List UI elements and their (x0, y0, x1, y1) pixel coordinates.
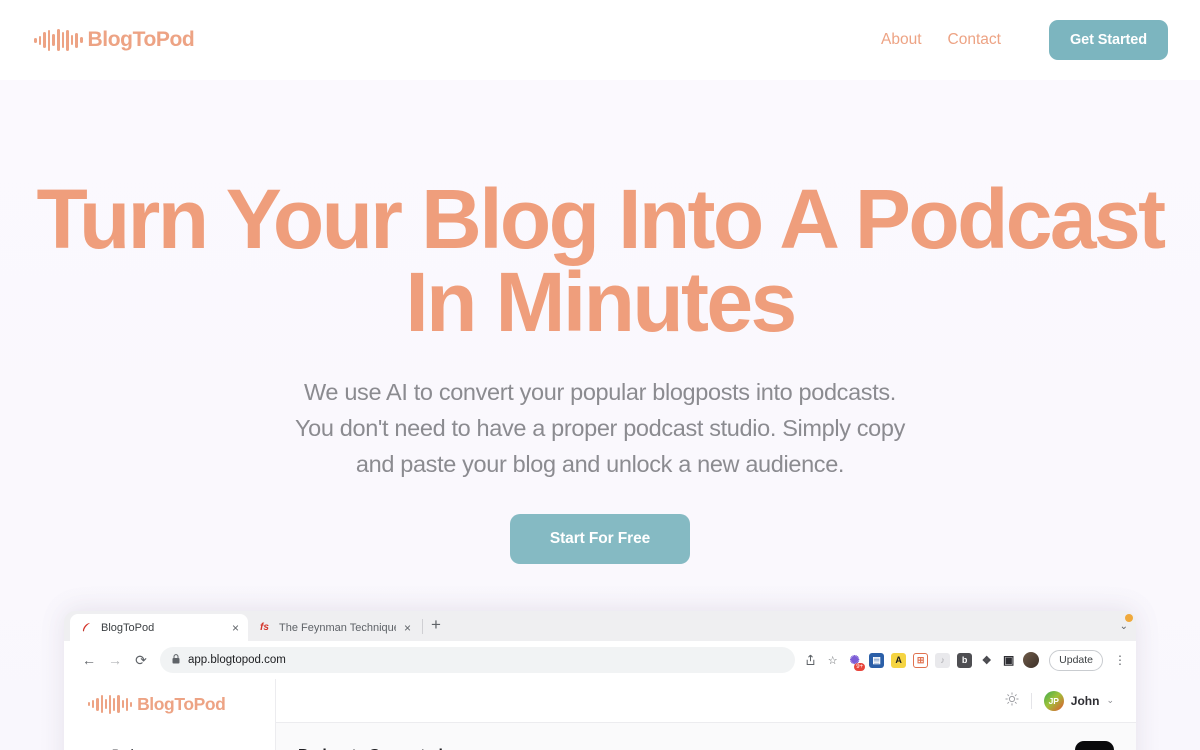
hero-subtitle-line-1: We use AI to convert your popular blogpo… (304, 379, 896, 406)
grammarly-extension-icon[interactable]: ✺ 9+ (847, 652, 866, 671)
share-icon[interactable] (803, 653, 818, 668)
browser-tab-blogtopod[interactable]: BlogToPod × (70, 614, 248, 641)
side-panel-icon[interactable]: ▣ (1001, 652, 1017, 668)
bitwarden-extension-icon[interactable]: b (957, 652, 973, 668)
site-header: BlogToPod About Contact Get Started (0, 0, 1200, 80)
reader-extension-icon[interactable]: ▤ (869, 652, 885, 668)
divider (1030, 692, 1032, 709)
hero-title-line-2: In Minutes (405, 255, 797, 350)
browser-toolbar: ☆ ✺ 9+ ▤ A ⊞ ♪ b ❖ ▣ Update ⋮ (803, 649, 1126, 671)
new-tab-button[interactable]: + (429, 616, 449, 636)
browser-tab-feynman[interactable]: fs The Feynman Technique: Mast × (248, 614, 420, 641)
new-podcast-button[interactable]: + (1075, 741, 1114, 750)
puzzle-extension-icon[interactable]: ❖ (979, 652, 995, 668)
get-started-button[interactable]: Get Started (1048, 20, 1168, 60)
user-name: John (1070, 693, 1100, 708)
address-bar-url: app.blogtopod.com (188, 654, 286, 666)
feather-favicon-icon (80, 621, 93, 634)
avatar: JP (1043, 690, 1064, 711)
browser-urlbar: ← → ⟳ app.blogtopod.com ☆ ✺ 9+ ▤ A ⊞ ♪ b… (64, 641, 1136, 679)
content-header: Podcasts Generated + (298, 741, 1114, 750)
app-logo-text: BlogToPod (137, 693, 226, 714)
landing-page: BlogToPod About Contact Get Started Turn… (0, 0, 1200, 750)
browser-tab-title: The Feynman Technique: Mast (279, 621, 396, 634)
reload-icon[interactable]: ⟳ (128, 652, 154, 669)
browser-mockup: BlogToPod × fs The Feynman Technique: Ma… (64, 611, 1136, 750)
app-topbar: JP John ⌄ (276, 679, 1136, 723)
hero-subtitle-line-2: You don't need to have a proper podcast … (294, 415, 906, 442)
address-bar[interactable]: app.blogtopod.com (160, 647, 796, 673)
browser-tabstrip: BlogToPod × fs The Feynman Technique: Ma… (64, 611, 1136, 641)
hero-subtitle: We use AI to convert your popular blogpo… (0, 374, 1200, 482)
extension-badge: 9+ (854, 662, 866, 671)
tab-divider (422, 618, 423, 634)
app-sidebar: BlogToPod Podcasts (64, 679, 276, 750)
waveform-icon (34, 29, 83, 51)
app-main: JP John ⌄ Podcasts Generated + (276, 679, 1136, 750)
close-icon[interactable]: × (232, 622, 239, 634)
fs-favicon-icon: fs (260, 622, 269, 633)
sun-icon[interactable] (1005, 692, 1019, 709)
app-logo[interactable]: BlogToPod (88, 693, 275, 715)
notification-dot-icon (1125, 614, 1133, 622)
notes-extension-icon[interactable]: ♪ (935, 652, 951, 668)
waveform-icon (88, 693, 133, 715)
forward-icon[interactable]: → (102, 652, 128, 668)
nav-link-about[interactable]: About (881, 31, 922, 49)
browser-tab-title: BlogToPod (101, 621, 155, 634)
back-icon[interactable]: ← (76, 652, 102, 668)
page-title: Turn Your Blog Into A Podcast In Minutes (0, 177, 1200, 350)
start-for-free-button[interactable]: Start For Free (509, 514, 691, 565)
browser-menu-icon[interactable]: ⋮ (1110, 653, 1126, 667)
bookmark-star-icon[interactable]: ☆ (825, 653, 840, 668)
hero-title-line-1: Turn Your Blog Into A Podcast (36, 172, 1166, 266)
nav-link-contact[interactable]: Contact (948, 31, 1001, 49)
hero-subtitle-line-3: and paste your blog and unlock a new aud… (355, 451, 845, 478)
tabs-extension-icon[interactable]: ⊞ (913, 652, 929, 668)
update-button[interactable]: Update (1049, 649, 1103, 671)
browser-profile-avatar[interactable] (1023, 652, 1040, 668)
site-logo-text: BlogToPod (87, 28, 195, 51)
user-menu[interactable]: JP John ⌄ (1043, 690, 1114, 711)
app-content: Podcasts Generated + (276, 723, 1136, 750)
adblock-extension-icon[interactable]: A (891, 652, 907, 668)
close-icon[interactable]: × (404, 622, 411, 634)
lock-icon (172, 654, 180, 666)
main-nav: About Contact Get Started (881, 20, 1168, 60)
chevron-down-icon[interactable]: ⌄ (1120, 621, 1128, 632)
app-viewport: BlogToPod Podcasts JP (64, 679, 1136, 750)
chevron-down-icon: ⌄ (1106, 695, 1114, 705)
site-logo[interactable]: BlogToPod (34, 28, 195, 52)
